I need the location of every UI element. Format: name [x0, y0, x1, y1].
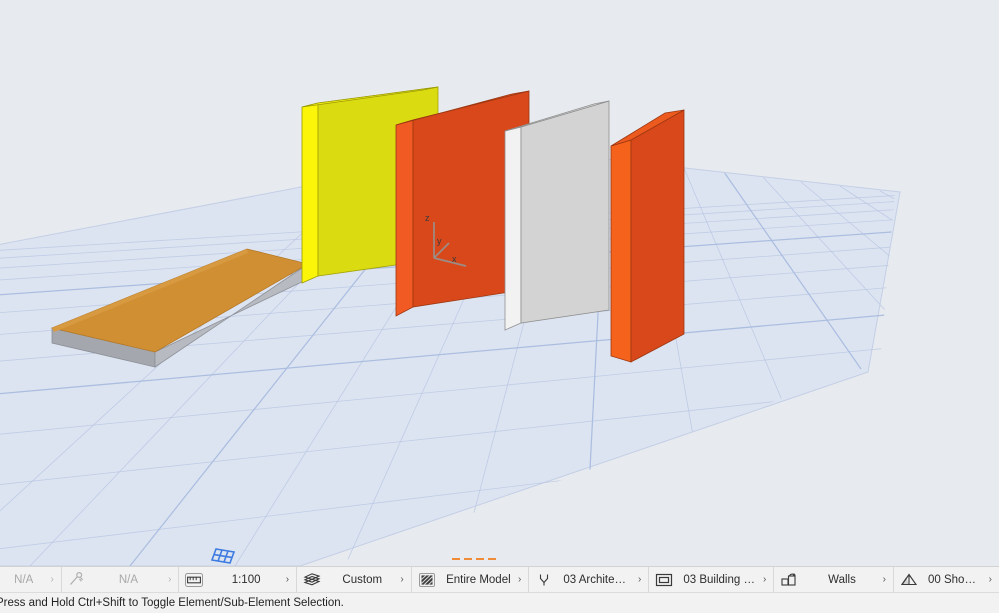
statusbar-label-element-type: Walls: [828, 573, 856, 586]
status-bar: N/A › N/A › 1:100 › Custom › Entire Mode…: [0, 566, 999, 592]
3d-viewport[interactable]: z y x: [0, 0, 999, 566]
chevron-right-icon[interactable]: ›: [165, 574, 178, 585]
dash-segment: [464, 558, 472, 560]
dash-segment: [452, 558, 460, 560]
statusbar-cell-renovation[interactable]: Entire Model ›: [412, 567, 530, 592]
overrides-icon: [894, 567, 924, 592]
statusbar-label-structure: 03 Architectur...: [563, 573, 636, 586]
statusbar-cell-layer-combo[interactable]: Custom ›: [297, 567, 412, 592]
pen-tip-icon: [529, 567, 559, 592]
statusbar-cell-view-set[interactable]: 03 Building Plans ›: [649, 567, 775, 592]
statusbar-cell-na-left[interactable]: N/A ›: [0, 567, 62, 592]
pen-icon: [62, 567, 92, 592]
chevron-right-icon[interactable]: ›: [880, 574, 893, 585]
axis-label-z: z: [425, 213, 430, 223]
frame-icon: [649, 567, 679, 592]
statusbar-label-scale: 1:100: [231, 573, 261, 586]
statusbar-cell-element-type[interactable]: Walls ›: [774, 567, 894, 592]
dash-segment: [476, 558, 484, 560]
statusbar-label-pen-set: N/A: [118, 573, 139, 586]
statusbar-cell-scale[interactable]: 1:100 ›: [179, 567, 298, 592]
chevron-right-icon[interactable]: ›: [986, 574, 999, 585]
hint-bar: Press and Hold Ctrl+Shift to Toggle Elem…: [0, 592, 999, 613]
3d-scene: z y x: [0, 0, 999, 566]
ruler-icon: [179, 567, 209, 592]
statusbar-cell-structure[interactable]: 03 Architectur... ›: [529, 567, 650, 592]
application-window: z y x N/A › N/A › 1:100 › Custom › Entir…: [0, 0, 999, 613]
dash-segment: [488, 558, 496, 560]
chevron-right-icon[interactable]: ›: [397, 574, 410, 585]
axis-label-y: y: [437, 236, 442, 246]
statusbar-cell-pen-set[interactable]: N/A ›: [62, 567, 180, 592]
walls-icon: [774, 567, 804, 592]
hint-text: Press and Hold Ctrl+Shift to Toggle Elem…: [0, 597, 344, 609]
chevron-right-icon[interactable]: ›: [635, 574, 648, 585]
chevron-right-icon[interactable]: ›: [283, 574, 296, 585]
renovation-icon: [412, 567, 442, 592]
object-wall-white[interactable]: [504, 100, 610, 331]
statusbar-cell-graphic-overrides[interactable]: 00 Show All Ele... ›: [894, 567, 999, 592]
statusbar-label-view-set: 03 Building Plans: [683, 573, 761, 586]
statusbar-label-renovation: Entire Model: [446, 573, 511, 586]
grid-3d-icon: [208, 545, 238, 566]
chevron-right-icon[interactable]: ›: [47, 574, 60, 585]
statusbar-label-na-left: N/A: [14, 573, 34, 586]
object-wall-orange[interactable]: [610, 109, 685, 363]
dashed-line-marker: [452, 552, 496, 566]
layers-icon: [297, 567, 327, 592]
chevron-right-icon[interactable]: ›: [515, 574, 528, 585]
statusbar-label-layer-combo: Custom: [342, 573, 383, 586]
statusbar-label-graphic-overrides: 00 Show All Ele...: [928, 573, 986, 586]
chevron-right-icon[interactable]: ›: [760, 574, 773, 585]
axis-label-x: x: [452, 254, 457, 264]
